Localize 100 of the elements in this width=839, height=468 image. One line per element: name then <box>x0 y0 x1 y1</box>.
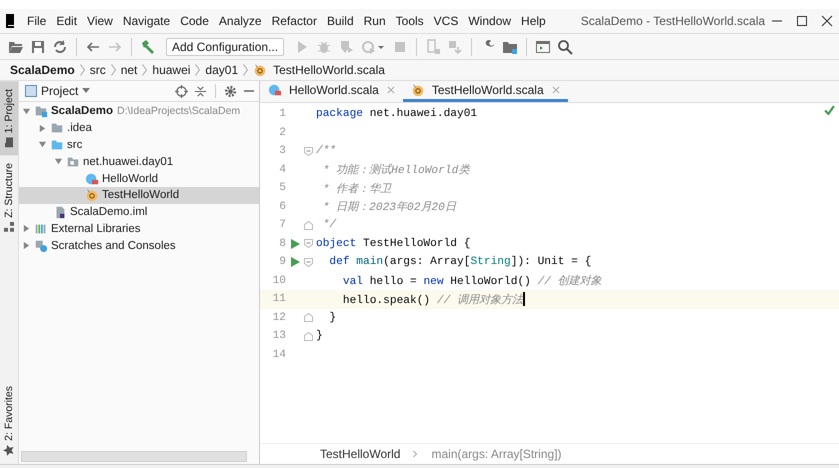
tree-item[interactable]: Scratches and Consoles <box>19 237 259 254</box>
menu-item[interactable]: Help <box>516 14 551 28</box>
scrollbar[interactable] <box>21 451 247 462</box>
tool-window-tab[interactable]: 1: Project <box>0 81 18 156</box>
chevron-icon <box>195 64 200 76</box>
settings-icon[interactable] <box>224 84 237 98</box>
line-number: 7 <box>278 219 286 232</box>
add-configuration-button[interactable]: Add Configuration... <box>166 38 284 56</box>
line-number: 11 <box>272 293 286 306</box>
expanded-arrow-icon[interactable] <box>54 157 63 166</box>
folder-icon <box>50 121 64 136</box>
collapsed-arrow-icon[interactable] <box>38 124 47 133</box>
run-icon[interactable] <box>290 257 300 268</box>
tool-window-tab[interactable]: Z: Structure <box>0 155 18 240</box>
line-number: 5 <box>278 182 286 194</box>
breadcrumb[interactable]: net <box>120 63 138 77</box>
menu-item[interactable]: Tools <box>390 14 429 28</box>
breadcrumb[interactable]: TestHelloWorld.scala <box>273 63 385 77</box>
fold-end-icon[interactable] <box>304 220 313 230</box>
editor-tab[interactable]: TestHelloWorld.scala <box>402 81 568 102</box>
expanded-arrow-icon[interactable] <box>22 106 31 116</box>
breadcrumb[interactable]: huawei <box>152 63 190 77</box>
menu-item[interactable]: Analyze <box>214 14 267 28</box>
line-number: 10 <box>272 274 286 287</box>
project-path: D:\IdeaProjects\ScalaDem <box>117 105 240 118</box>
text-cursor <box>523 292 526 306</box>
line-number: 14 <box>272 348 286 361</box>
collapse-all-icon[interactable] <box>194 84 207 98</box>
code-breadcrumb[interactable]: main(args: Array[String]) <box>431 447 562 461</box>
tree-item[interactable]: ScalaDemo.iml <box>19 204 259 221</box>
fold-end-icon[interactable] <box>304 313 313 322</box>
menu-item[interactable]: Navigate <box>118 14 176 28</box>
panel-icon <box>25 85 37 97</box>
folder-icon <box>50 138 64 152</box>
fold-icon[interactable] <box>304 146 313 156</box>
tree-item-label: src <box>67 138 82 151</box>
tree-item-label: Scratches and Consoles <box>51 240 176 252</box>
tree-item[interactable]: HelloWorld <box>19 170 259 187</box>
menu-item[interactable]: Run <box>358 14 391 28</box>
tree-item-label: External Libraries <box>51 222 140 235</box>
class-file-icon <box>268 83 282 97</box>
line-number: 13 <box>272 330 286 342</box>
locate-icon[interactable] <box>175 84 188 98</box>
close-icon[interactable] <box>820 15 833 27</box>
tree-item[interactable]: ScalaDemo D:\IdeaProjects\ScalaDem <box>19 103 259 120</box>
expanded-arrow-icon[interactable] <box>38 140 47 150</box>
module-icon <box>34 104 48 118</box>
line-number: 6 <box>278 200 286 213</box>
object-file-icon <box>410 83 425 97</box>
menu-item[interactable]: Build <box>322 14 359 28</box>
folder-icon <box>4 137 14 148</box>
dropdown-caret-icon[interactable] <box>82 88 90 94</box>
tree-item-label: TestHelloWorld <box>102 189 180 202</box>
scratches-icon <box>34 238 48 253</box>
line-number: 9 <box>278 256 286 268</box>
line-number: 2 <box>278 126 286 139</box>
menu-item[interactable]: File <box>22 14 52 28</box>
menu-item[interactable]: Window <box>463 14 516 28</box>
code-line: val hello = new HelloWorld() // 创建对象 <box>342 274 602 288</box>
tree-item-label: ScalaDemo <box>51 105 114 118</box>
chevron-icon <box>413 448 418 460</box>
menu-item[interactable]: Edit <box>51 14 82 28</box>
tree-item-label: HelloWorld <box>102 172 158 185</box>
collapsed-arrow-icon[interactable] <box>22 224 31 234</box>
chevron-icon <box>80 64 85 76</box>
panel-title[interactable]: Project <box>41 84 78 98</box>
menu-item[interactable]: View <box>82 14 118 28</box>
menu-item[interactable]: VCS <box>428 14 464 28</box>
line-number: 12 <box>272 312 286 324</box>
tree-item-label: ScalaDemo.iml <box>70 206 148 218</box>
menu-item[interactable]: Refactor <box>266 14 322 28</box>
breadcrumb[interactable]: ScalaDemo <box>10 63 75 77</box>
chevron-icon <box>142 64 148 76</box>
class-file-icon <box>85 172 99 186</box>
structure-icon <box>4 222 14 232</box>
tree-item[interactable]: net.huawei.day01 <box>19 153 259 170</box>
editor-tab[interactable]: HelloWorld.scala <box>260 81 403 102</box>
fold-icon[interactable] <box>304 239 313 248</box>
breadcrumb[interactable]: day01 <box>205 63 238 77</box>
fold-icon[interactable] <box>304 258 313 267</box>
tree-item[interactable]: TestHelloWorld <box>19 186 259 204</box>
run-icon[interactable] <box>290 238 300 249</box>
check-icon <box>824 105 835 116</box>
code-line: * 作者：华卫 <box>322 182 392 196</box>
code-line: } <box>328 312 336 324</box>
tree-item[interactable]: .idea <box>19 120 259 137</box>
object-file-icon <box>85 188 99 202</box>
maximize-icon[interactable] <box>796 15 808 27</box>
tree-item[interactable]: src <box>19 136 259 154</box>
menu-item[interactable]: Code <box>175 14 214 28</box>
line-number: 1 <box>278 108 286 120</box>
collapsed-arrow-icon[interactable] <box>22 241 31 250</box>
breadcrumb[interactable]: src <box>90 63 106 77</box>
tree-item[interactable]: External Libraries <box>19 220 259 238</box>
fold-end-icon[interactable] <box>304 332 313 341</box>
code-breadcrumb[interactable]: TestHelloWorld <box>320 447 400 461</box>
code-line: * 日期：2023年02月20日 <box>322 200 456 214</box>
package-icon <box>66 154 80 169</box>
app-logo-icon <box>6 14 14 28</box>
tool-window-tab[interactable]: 2: Favorites <box>0 378 18 464</box>
